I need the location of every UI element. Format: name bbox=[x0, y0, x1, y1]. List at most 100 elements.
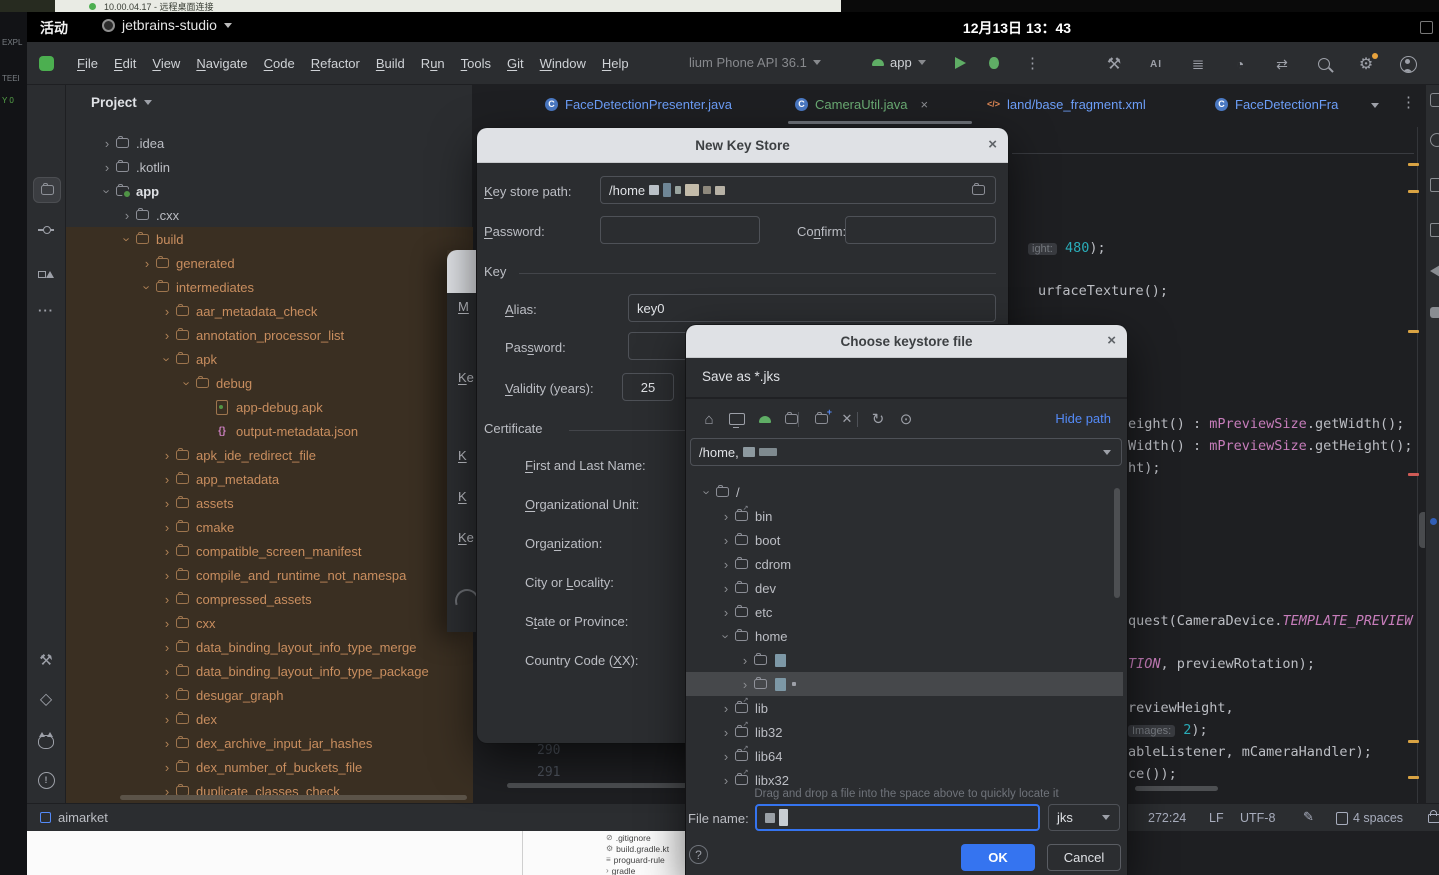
chevron-icon[interactable]: › bbox=[100, 184, 115, 198]
lock-icon[interactable] bbox=[1428, 814, 1439, 823]
project-tree-row[interactable]: ›annotation_processor_list bbox=[66, 323, 473, 347]
project-tree-row[interactable]: ›intermediates bbox=[66, 275, 473, 299]
stripe-mark-warning[interactable] bbox=[1408, 190, 1419, 193]
chooser-tree-row[interactable]: ›dev bbox=[686, 576, 1123, 600]
debug-button[interactable] bbox=[989, 57, 999, 69]
confirm-password-input[interactable] bbox=[845, 216, 996, 244]
chooser-tree-row[interactable]: › bbox=[686, 648, 1123, 672]
project-tree-row[interactable]: ›compressed_assets bbox=[66, 587, 473, 611]
project-tree-row[interactable]: ›compatible_screen_manifest bbox=[66, 539, 473, 563]
stripe-mark-warning[interactable] bbox=[1408, 163, 1419, 166]
device-manager-stripe-icon[interactable] bbox=[1430, 178, 1439, 192]
chooser-tree-row[interactable]: ›cdrom bbox=[686, 552, 1123, 576]
menu-item-edit[interactable]: Edit bbox=[106, 42, 144, 85]
device-selector[interactable]: lium Phone API 36.1 bbox=[689, 55, 821, 70]
project-tree-row[interactable]: ›data_binding_layout_info_type_merge bbox=[66, 635, 473, 659]
stripe-mark-warning[interactable] bbox=[1408, 740, 1419, 743]
close-icon[interactable]: × bbox=[988, 137, 997, 152]
menu-item-window[interactable]: Window bbox=[532, 42, 594, 85]
chevron-icon[interactable]: › bbox=[160, 328, 174, 343]
tab-close-icon[interactable]: × bbox=[920, 97, 928, 112]
project-tree-row[interactable]: ›generated bbox=[66, 251, 473, 275]
tab-facedetectionpresenter[interactable]: C FaceDetectionPresenter.java bbox=[545, 85, 732, 123]
chevron-icon[interactable]: › bbox=[160, 760, 174, 775]
device-manager-icon[interactable]: ⚒ bbox=[1105, 55, 1123, 73]
highlight-level-icon[interactable]: ✎ bbox=[1303, 809, 1314, 825]
chevron-icon[interactable]: › bbox=[120, 232, 135, 246]
new-keystore-titlebar[interactable]: New Key Store × bbox=[477, 128, 1008, 163]
chevron-icon[interactable]: › bbox=[719, 725, 733, 740]
key-alias-input[interactable]: key0 bbox=[628, 294, 996, 322]
editor-hscrollbar-left[interactable] bbox=[507, 783, 687, 788]
chevron-icon[interactable]: › bbox=[719, 509, 733, 524]
project-tree-row[interactable]: ›dex bbox=[66, 707, 473, 731]
stripe-mark-error[interactable] bbox=[1408, 473, 1419, 476]
stripe-mark-warning[interactable] bbox=[1408, 776, 1419, 779]
status-caret-position[interactable]: 272:24 bbox=[1148, 811, 1186, 825]
menu-item-file[interactable]: File bbox=[69, 42, 106, 85]
clock[interactable]: 12月13日 13：43 bbox=[932, 18, 1102, 38]
project-tree-row[interactable]: ›.cxx bbox=[66, 203, 473, 227]
browse-folder-icon[interactable] bbox=[972, 185, 985, 195]
chevron-icon[interactable]: › bbox=[700, 485, 715, 499]
profiler-icon[interactable]: ◔ bbox=[1231, 55, 1249, 73]
stripe-mark-warning[interactable] bbox=[1408, 330, 1419, 333]
activities-button[interactable]: 活动 bbox=[40, 18, 68, 38]
project-tree-row[interactable]: ›debug bbox=[66, 371, 473, 395]
project-tree-row[interactable]: app-debug.apk bbox=[66, 395, 473, 419]
menu-item-navigate[interactable]: Navigate bbox=[188, 42, 255, 85]
menu-item-code[interactable]: Code bbox=[256, 42, 303, 85]
extension-combobox[interactable]: jks bbox=[1048, 804, 1120, 831]
notifications-icon[interactable] bbox=[1430, 93, 1439, 107]
chevron-icon[interactable]: › bbox=[719, 557, 733, 572]
show-hidden-icon[interactable]: ⊙ bbox=[897, 410, 915, 428]
chevron-icon[interactable]: › bbox=[160, 616, 174, 631]
chooser-tree-row[interactable]: ›boot bbox=[686, 528, 1123, 552]
running-devices-icon[interactable] bbox=[1430, 223, 1439, 237]
chevron-icon[interactable]: › bbox=[719, 701, 733, 716]
layout-inspector-icon[interactable] bbox=[1430, 265, 1439, 277]
delete-icon[interactable]: ✕ bbox=[838, 410, 856, 428]
stripe-commit-icon[interactable] bbox=[33, 218, 59, 242]
status-encoding[interactable]: UTF-8 bbox=[1240, 811, 1275, 825]
app-indicator[interactable]: jetbrains-studio bbox=[102, 17, 232, 33]
chevron-icon[interactable]: › bbox=[160, 352, 175, 366]
chooser-tree-row[interactable]: ›lib bbox=[686, 696, 1123, 720]
menu-item-refactor[interactable]: Refactor bbox=[303, 42, 368, 85]
project-tree-row[interactable]: ›.kotlin bbox=[66, 155, 473, 179]
more-actions-button[interactable]: ⋮ bbox=[1025, 54, 1040, 72]
ai-assistant-icon[interactable]: AI bbox=[1147, 55, 1165, 73]
stripe-build-icon[interactable]: ⚒ bbox=[33, 648, 59, 672]
chevron-icon[interactable]: › bbox=[160, 544, 174, 559]
hide-path-link[interactable]: Hide path bbox=[1055, 411, 1111, 426]
chevron-icon[interactable]: › bbox=[719, 773, 733, 788]
chevron-icon[interactable]: › bbox=[100, 160, 114, 175]
remote-bar-tab[interactable]: 10.00.04.17 - 远程桌面连接 bbox=[55, 0, 841, 12]
chooser-tree-scrollbar[interactable] bbox=[1114, 488, 1120, 598]
search-everywhere-icon[interactable] bbox=[1315, 55, 1333, 73]
chooser-tree-row[interactable]: ›/ bbox=[686, 480, 1123, 504]
chevron-icon[interactable]: › bbox=[160, 664, 174, 679]
desktop-icon[interactable] bbox=[728, 410, 746, 428]
settings-icon[interactable]: ⚙ bbox=[1357, 55, 1375, 73]
project-tree-row[interactable]: ›.idea bbox=[66, 131, 473, 155]
chevron-icon[interactable]: › bbox=[719, 581, 733, 596]
code-review-icon[interactable]: ⇄ bbox=[1273, 55, 1291, 73]
tab-facedetectionfr[interactable]: C FaceDetectionFra bbox=[1215, 85, 1338, 123]
chevron-icon[interactable]: › bbox=[120, 208, 134, 223]
tray-icon[interactable] bbox=[1420, 21, 1433, 34]
assistant-icon[interactable] bbox=[1430, 307, 1439, 318]
project-tree-row[interactable]: ›app_metadata bbox=[66, 467, 473, 491]
project-tree-hscrollbar[interactable] bbox=[120, 795, 467, 800]
tab-list-dropdown-icon[interactable] bbox=[1371, 103, 1379, 112]
stripe-more-icon[interactable]: ··· bbox=[33, 298, 59, 322]
chevron-icon[interactable]: › bbox=[738, 653, 752, 668]
menu-item-run[interactable]: Run bbox=[413, 42, 453, 85]
run-button[interactable] bbox=[955, 57, 966, 69]
stripe-project-icon[interactable] bbox=[33, 177, 61, 203]
project-tree-row[interactable]: ›build bbox=[66, 227, 473, 251]
chevron-icon[interactable]: › bbox=[100, 136, 114, 151]
chevron-icon[interactable]: › bbox=[738, 677, 752, 692]
chevron-icon[interactable]: › bbox=[160, 688, 174, 703]
chevron-icon[interactable]: › bbox=[160, 472, 174, 487]
